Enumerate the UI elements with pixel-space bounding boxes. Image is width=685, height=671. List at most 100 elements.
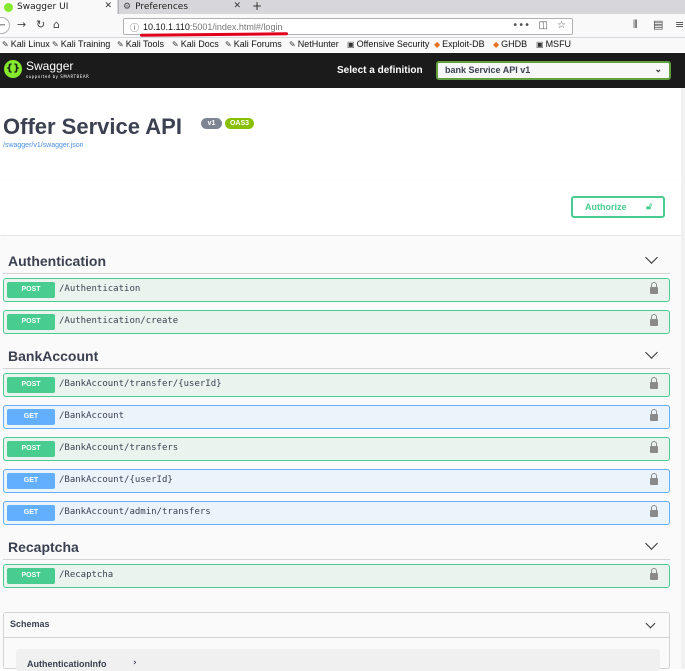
method-badge: GET	[7, 505, 55, 521]
operation-path: /BankAccount	[59, 411, 125, 421]
bookmark-kali-docs[interactable]: ✎ Kali Docs	[172, 39, 219, 49]
tag-bankaccount[interactable]: BankAccount	[3, 341, 670, 369]
msfu-icon: ▣	[536, 40, 544, 49]
browser-nav-bar: ← → ↻ ⌂ ⓘ 10.10.1.110:5001/index.html#/l…	[0, 14, 685, 38]
method-badge: POST	[7, 377, 55, 393]
chevron-down-icon[interactable]	[645, 537, 658, 550]
close-tab-icon[interactable]: ✕	[233, 1, 241, 11]
method-badge: POST	[7, 282, 55, 298]
lock-icon[interactable]	[650, 505, 658, 518]
page-scrollbar[interactable]	[681, 88, 685, 669]
definition-label: Select a definition	[337, 65, 423, 76]
swagger-logo-text[interactable]: Swagger	[26, 59, 73, 73]
schemas-title[interactable]: Schemas	[10, 619, 50, 629]
tag-title: BankAccount	[8, 348, 99, 364]
bookmark-kali-training[interactable]: ✎ Kali Training	[52, 39, 110, 49]
operation-post-bankaccount-transfer-userid[interactable]: POST /BankAccount/transfer/{userId}	[3, 373, 670, 397]
operation-get-bankaccount-userid[interactable]: GET /BankAccount/{userId}	[3, 469, 670, 493]
gear-icon: ⚙	[123, 2, 132, 12]
ghdb-icon: ◆	[493, 40, 500, 49]
operation-get-bankaccount[interactable]: GET /BankAccount	[3, 405, 670, 429]
operation-path: /BankAccount/admin/transfers	[59, 507, 211, 517]
kali-icon: ✎	[225, 40, 232, 49]
kali-icon: ✎	[52, 40, 59, 49]
chevron-down-icon[interactable]	[645, 346, 658, 359]
model-authenticationinfo[interactable]: AuthenticationInfo ›	[16, 649, 660, 671]
tag-title: Authentication	[8, 253, 106, 269]
tab-label: Preferences	[135, 2, 189, 12]
method-badge: POST	[7, 441, 55, 457]
tab-preferences[interactable]: ⚙ Preferences ✕	[118, 0, 246, 14]
library-icon[interactable]: ⫴	[633, 18, 638, 32]
url-text[interactable]: 10.10.1.110:5001/index.html#/login	[143, 22, 282, 32]
lock-icon[interactable]	[650, 441, 658, 454]
lock-icon[interactable]	[650, 282, 658, 295]
operation-post-bankaccount-transfers[interactable]: POST /BankAccount/transfers	[3, 437, 670, 461]
method-badge: GET	[7, 409, 55, 425]
operation-post-authentication[interactable]: POST /Authentication	[3, 278, 670, 302]
swagger-logo-icon[interactable]: {}	[4, 60, 22, 78]
swagger-logo-subtext: supported by SMARTBEAR	[26, 74, 90, 79]
oas-badge: OAS3	[225, 118, 254, 129]
bookmark-exploit-db[interactable]: ◆ Exploit-DB	[434, 39, 485, 49]
tag-recaptcha[interactable]: Recaptcha	[3, 532, 670, 560]
home-icon[interactable]: ⌂	[53, 18, 60, 31]
method-badge: POST	[7, 568, 55, 584]
tab-swagger-ui[interactable]: Swagger UI ✕	[0, 0, 117, 14]
operation-path: /BankAccount/transfer/{userId}	[59, 379, 222, 389]
authorize-label: Authorize	[585, 202, 627, 212]
operation-path: /Authentication	[59, 284, 141, 294]
bookmark-star-icon[interactable]: ☆	[557, 20, 566, 31]
chevron-down-icon[interactable]	[645, 251, 658, 264]
info-icon[interactable]: ⓘ	[130, 21, 139, 34]
tag-authentication[interactable]: Authentication	[3, 246, 670, 274]
red-underline-annotation	[139, 32, 289, 37]
bookmark-ghdb[interactable]: ◆ GHDB	[493, 39, 527, 49]
bookmark-kali-tools[interactable]: ✎ Kali Tools	[117, 39, 164, 49]
chevron-down-icon[interactable]	[645, 618, 656, 629]
swagger-favicon-icon	[4, 2, 13, 12]
bookmark-offensive-security[interactable]: ▣ Offensive Security	[347, 39, 429, 49]
operation-post-authentication-create[interactable]: POST /Authentication/create	[3, 310, 670, 334]
url-bar[interactable]: ⓘ 10.10.1.110:5001/index.html#/login •••…	[123, 18, 573, 37]
definition-select[interactable]: bank Service API v1 ⌄	[436, 61, 671, 80]
operation-path: /BankAccount/{userId}	[59, 475, 173, 485]
lock-icon[interactable]	[650, 473, 658, 486]
operation-post-recaptcha[interactable]: POST /Recaptcha	[3, 564, 670, 588]
bookmark-kali-linux[interactable]: ✎ Kali Linux	[2, 39, 50, 49]
bookmark-nethunter[interactable]: ✎ NetHunter	[289, 39, 339, 49]
new-tab-button[interactable]: +	[252, 0, 262, 13]
tag-title: Recaptcha	[8, 539, 79, 555]
swagger-json-link[interactable]: /swagger/v1/swagger.json	[3, 142, 84, 149]
lock-icon[interactable]	[650, 377, 658, 390]
forward-button[interactable]: →	[17, 18, 26, 31]
kali-icon: ✎	[172, 40, 179, 49]
browser-tab-bar: Swagger UI ✕ ⚙ Preferences ✕ +	[0, 0, 685, 14]
close-tab-icon[interactable]: ✕	[104, 1, 112, 11]
kali-icon: ✎	[117, 40, 124, 49]
schemas-section: Schemas AuthenticationInfo ›	[3, 612, 670, 671]
kali-icon: ✎	[289, 40, 296, 49]
pocket-icon[interactable]: ◫	[539, 20, 548, 31]
sidebar-icon[interactable]: ▤	[653, 18, 663, 31]
operation-path: /BankAccount/transfers	[59, 443, 179, 453]
authorize-button[interactable]: Authorize 🔓︎	[571, 196, 665, 218]
menu-icon[interactable]: ≡	[675, 18, 684, 31]
lock-icon[interactable]	[650, 409, 658, 422]
method-badge: POST	[7, 314, 55, 330]
operation-get-bankaccount-admin-transfers[interactable]: GET /BankAccount/admin/transfers	[3, 501, 670, 525]
bookmarks-toolbar: ✎ Kali Linux ✎ Kali Training ✎ Kali Tools ✎…	[0, 38, 685, 52]
bookmark-kali-forums[interactable]: ✎ Kali Forums	[225, 39, 282, 49]
bookmark-msfu[interactable]: ▣ MSFU	[536, 39, 571, 49]
back-button[interactable]: ←	[0, 17, 10, 34]
lock-icon[interactable]	[650, 314, 658, 327]
swagger-topbar: {} Swagger supported by SMARTBEAR Select…	[0, 53, 685, 88]
lock-icon[interactable]	[650, 568, 658, 581]
reload-icon[interactable]: ↻	[36, 18, 45, 31]
model-name: AuthenticationInfo	[27, 659, 107, 669]
page-actions-icon[interactable]: •••	[512, 20, 530, 31]
offsec-icon: ▣	[347, 40, 355, 49]
chevron-right-icon[interactable]: ›	[133, 658, 137, 668]
version-badge: v1	[201, 118, 222, 129]
operation-path: /Authentication/create	[59, 316, 179, 326]
